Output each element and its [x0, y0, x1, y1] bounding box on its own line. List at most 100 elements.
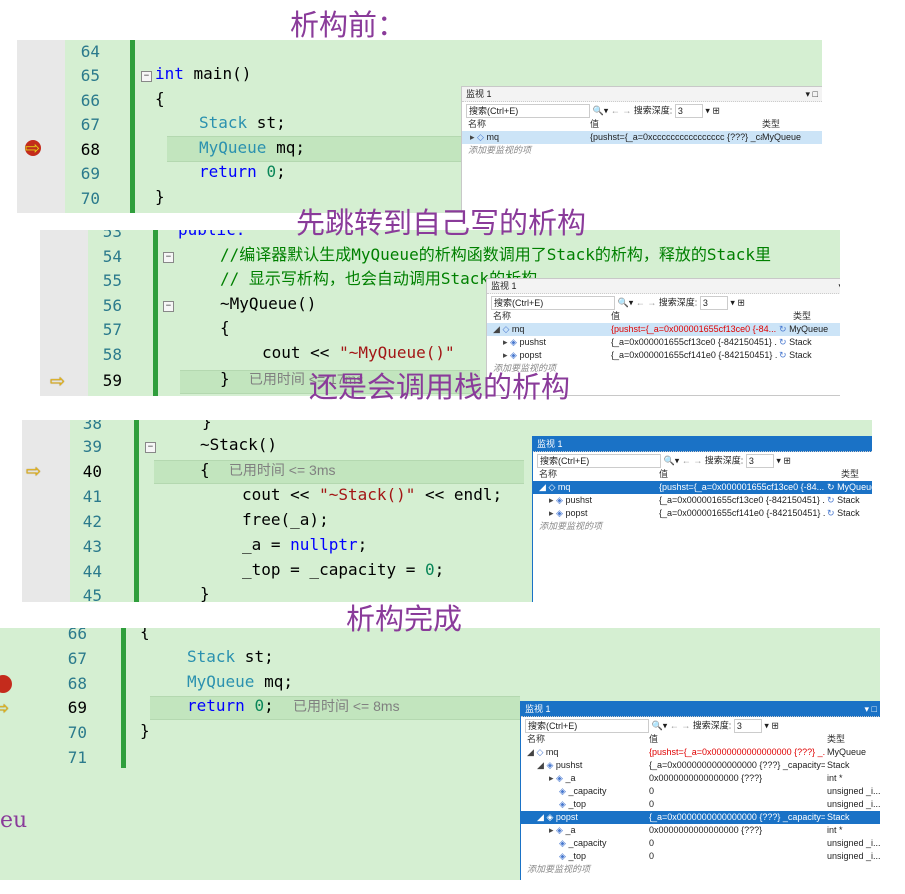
- expand-icon: ▸: [549, 508, 554, 518]
- watch-row-pushst-a[interactable]: ▸ ◈ _a 0x0000000000000000 {???} int *: [521, 772, 880, 785]
- watch-row-mq[interactable]: ▸ ◇ mq {pushst={_a=0xcccccccccccccccc {?…: [462, 131, 822, 144]
- depth-select[interactable]: 3: [699, 295, 728, 310]
- code-line: MyQueue mq;: [187, 672, 293, 691]
- watch-row-mq[interactable]: ◢ ◇ mq {pushst={_a=0x0000000000000000 {?…: [521, 746, 880, 759]
- refresh-icon: ↻: [827, 482, 835, 492]
- line-number: 41: [82, 487, 102, 506]
- line-number: 55: [102, 271, 122, 290]
- depth-label: 搜索深度:: [704, 455, 744, 466]
- watch-search-input[interactable]: 搜索(Ctrl+E): [466, 103, 590, 118]
- nav-arrows-icon[interactable]: ← →: [636, 298, 657, 308]
- current-statement-arrow-icon: ⇨: [0, 698, 10, 718]
- member-icon: ◈: [510, 350, 517, 360]
- watch-header: 名称 值 类型: [527, 734, 846, 744]
- collapse-toggle[interactable]: −: [145, 442, 156, 453]
- variable-icon: ◇: [536, 747, 544, 757]
- breakpoint-gutter[interactable]: [17, 40, 65, 213]
- watch-header: 名称 值 类型: [493, 311, 812, 321]
- line-number: 54: [102, 247, 122, 266]
- watch-search-input[interactable]: 搜索(Ctrl+E): [537, 453, 661, 468]
- search-icon[interactable]: 🔍▾: [593, 106, 609, 116]
- expand-icon: ▸: [549, 773, 554, 783]
- line-number-current: 40: [82, 462, 102, 481]
- line-number: 70: [80, 189, 100, 208]
- code-line: {: [220, 318, 230, 337]
- change-bar: [130, 40, 135, 213]
- watch-add-hint[interactable]: 添加要监视的项: [462, 144, 822, 157]
- code-line: cout << "~Stack()" << endl;: [242, 485, 503, 504]
- current-statement-arrow-icon: ⇨: [26, 461, 42, 481]
- expand-icon: ▸: [549, 825, 554, 835]
- code-line: {: [140, 628, 150, 641]
- collapse-toggle[interactable]: −: [163, 252, 174, 263]
- nav-arrows-icon[interactable]: ← →: [670, 721, 691, 731]
- line-number: 66: [67, 628, 87, 643]
- collapse-toggle[interactable]: −: [141, 71, 152, 82]
- breakpoint-gutter[interactable]: [0, 628, 36, 880]
- code-line: MyQueue mq;: [199, 138, 305, 157]
- watch-toolbar: 搜索(Ctrl+E) 🔍▾ ← → 搜索深度: 3 ▾ ⊞: [487, 294, 840, 310]
- line-number: 56: [102, 296, 122, 315]
- member-icon: ◈: [510, 337, 517, 347]
- expand-icon: ▸: [503, 350, 508, 360]
- watch-row-pushst[interactable]: ▸ ◈ pushst {_a=0x000001655cf13ce0 {-8421…: [533, 494, 872, 507]
- view-toggle-icon[interactable]: ▾ ⊞: [730, 298, 745, 308]
- watch-row-pushst-capacity[interactable]: ◈ _capacity 0 unsigned _i...: [521, 785, 880, 798]
- view-toggle-icon[interactable]: ▾ ⊞: [764, 721, 779, 731]
- watch-row-popst[interactable]: ▸ ◈ popst {_a=0x000001655cf141e0 {-84215…: [533, 507, 872, 520]
- line-number-current: 68: [80, 140, 100, 159]
- code-line: _top = _capacity = 0;: [242, 560, 445, 579]
- watch-row-mq[interactable]: ◢ ◇ mq {pushst={_a=0x000001655cf13ce0 {-…: [533, 481, 872, 494]
- watch-row-popst-a[interactable]: ▸ ◈ _a 0x0000000000000000 {???} int *: [521, 824, 880, 837]
- nav-arrows-icon[interactable]: ← →: [611, 106, 632, 116]
- search-icon[interactable]: 🔍▾: [618, 298, 634, 308]
- code-line: free(_a);: [242, 510, 329, 529]
- code-line: }: [140, 721, 150, 740]
- depth-label: 搜索深度:: [633, 105, 673, 116]
- watch-row-popst-capacity[interactable]: ◈ _capacity 0 unsigned _i...: [521, 837, 880, 850]
- watch-row-mq[interactable]: ◢ ◇ mq {pushst={_a=0x000001655cf13ce0 {-…: [487, 323, 840, 336]
- watch-add-hint[interactable]: 添加要监视的项: [533, 520, 872, 533]
- watch-row-pushst[interactable]: ◢ ◈ pushst {_a=0x0000000000000000 {???} …: [521, 759, 880, 772]
- expand-icon: ◢: [493, 324, 500, 334]
- depth-label: 搜索深度:: [658, 297, 698, 308]
- search-icon[interactable]: 🔍▾: [652, 721, 668, 731]
- pin-icon: ▾ □: [805, 89, 818, 99]
- view-toggle-icon[interactable]: ▾ ⊞: [776, 456, 791, 466]
- watch-row-popst[interactable]: ▸ ◈ popst {_a=0x000001655cf141e0 {-84215…: [487, 349, 840, 362]
- watch-add-hint[interactable]: 添加要监视的项: [521, 863, 880, 876]
- line-number: 42: [82, 512, 102, 531]
- watch-window-4: 监视 1 ▾ □ 搜索(Ctrl+E) 🔍▾ ← → 搜索深度: 3 ▾ ⊞ 名称…: [520, 701, 880, 880]
- nav-arrows-icon[interactable]: ← →: [682, 456, 703, 466]
- line-number: 57: [102, 320, 122, 339]
- code-line: }: [202, 420, 212, 431]
- collapse-toggle[interactable]: −: [163, 301, 174, 312]
- watch-row-popst-top[interactable]: ◈ _top 0 unsigned _i...: [521, 850, 880, 863]
- change-bar: [121, 628, 126, 768]
- watch-toolbar: 搜索(Ctrl+E) 🔍▾ ← → 搜索深度: 3 ▾ ⊞: [521, 717, 880, 733]
- search-icon[interactable]: 🔍▾: [664, 456, 680, 466]
- heading-destruct-complete: 析构完成: [346, 602, 463, 636]
- watch-row-pushst[interactable]: ▸ ◈ pushst {_a=0x000001655cf13ce0 {-8421…: [487, 336, 840, 349]
- view-toggle-icon[interactable]: ▾ ⊞: [705, 106, 720, 116]
- member-icon: ◈: [559, 799, 566, 809]
- code-line: return 0; 已用时间 <= 8ms: [187, 696, 400, 715]
- line-number-current: 59: [102, 371, 122, 390]
- member-icon: ◈: [559, 851, 566, 861]
- watch-title: 监视 1 ▾ □: [462, 87, 822, 102]
- depth-select[interactable]: 3: [733, 718, 762, 733]
- watch-search-input[interactable]: 搜索(Ctrl+E): [525, 718, 649, 733]
- member-icon: ◈: [556, 495, 563, 505]
- heading-before-destruct: 析构前：: [290, 8, 407, 42]
- watch-row-popst[interactable]: ◢ ◈ popst {_a=0x0000000000000000 {???} _…: [521, 811, 880, 824]
- refresh-icon: ↻: [779, 337, 787, 347]
- watch-row-pushst-top[interactable]: ◈ _top 0 unsigned _i...: [521, 798, 880, 811]
- code-line: }: [200, 584, 210, 602]
- line-number: 67: [67, 649, 87, 668]
- code-line: _a = nullptr;: [242, 535, 368, 554]
- depth-select[interactable]: 3: [745, 453, 774, 468]
- refresh-icon: ↻: [779, 350, 787, 360]
- depth-label: 搜索深度:: [692, 720, 732, 731]
- depth-select[interactable]: 3: [674, 103, 703, 118]
- watch-search-input[interactable]: 搜索(Ctrl+E): [491, 295, 615, 310]
